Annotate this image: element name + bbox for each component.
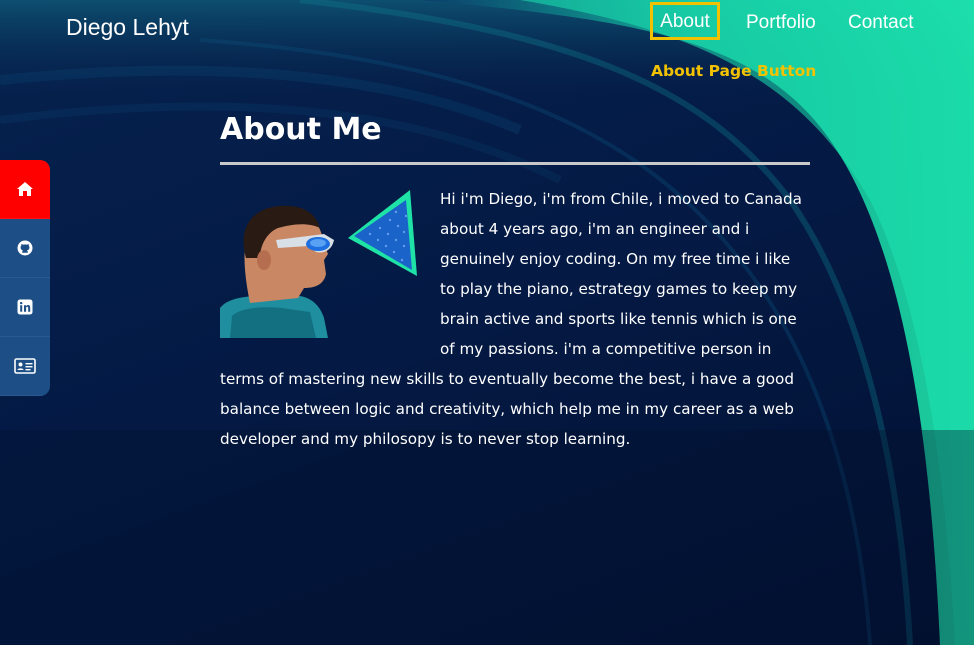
sidebar-item-linkedin[interactable]	[0, 278, 50, 337]
about-button-annotation: About Page Button	[651, 62, 817, 80]
top-nav: About Portfolio Contact	[0, 0, 974, 60]
nav-contact-link[interactable]: Contact	[848, 12, 913, 34]
page-title: About Me	[220, 112, 382, 147]
nav-portfolio-link[interactable]: Portfolio	[746, 12, 816, 34]
home-icon	[17, 182, 33, 196]
linkedin-icon	[17, 299, 33, 315]
nav-about-link[interactable]: About	[650, 2, 720, 40]
title-divider	[220, 162, 810, 165]
id-card-icon	[14, 358, 36, 374]
social-sidebar	[0, 160, 50, 396]
github-icon	[17, 240, 33, 256]
sidebar-item-home[interactable]	[0, 160, 50, 219]
about-section: Hi i'm Diego, i'm from Chile, i moved to…	[220, 184, 810, 454]
page: Diego Lehyt About Portfolio Contact Abou…	[0, 0, 974, 645]
sidebar-item-contact-card[interactable]	[0, 337, 50, 396]
sidebar-item-github[interactable]	[0, 219, 50, 278]
profile-photo	[220, 190, 417, 338]
